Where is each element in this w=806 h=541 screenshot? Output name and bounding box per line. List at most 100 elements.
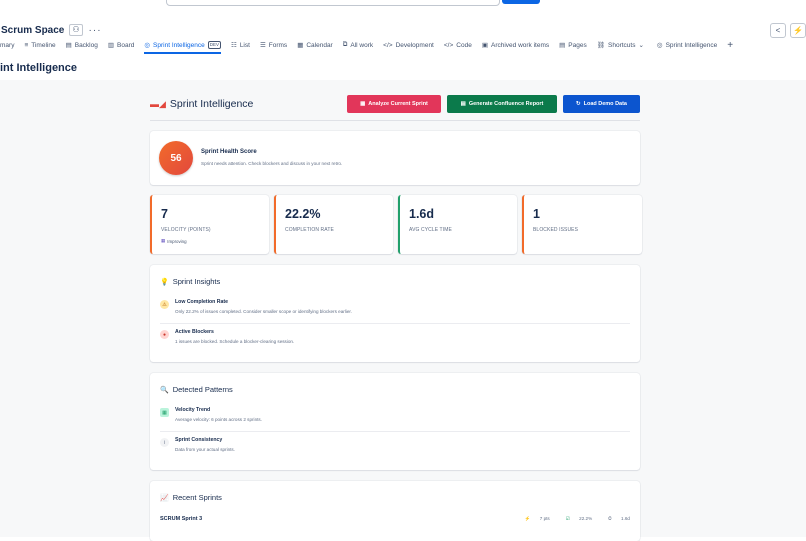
tab-archived-work-items[interactable]: ▣ Archived work items [482,38,549,52]
metric-label: BLOCKED ISSUES [533,227,579,233]
lightning-icon: ⚡ [524,516,531,521]
sprint-cycle-value: 1.6d [621,516,630,521]
tab-label: Pages [568,41,587,49]
load-demo-data-button[interactable]: ↻ Load Demo Data [563,95,640,113]
metric-value: 1 [533,207,540,221]
board-icon: ▥ [107,42,115,49]
pattern-title: Sprint Consistency [175,437,223,443]
backlog-icon: ▤ [65,42,72,49]
section-title-text: Sprint Insights [172,277,221,286]
sprint-points: ⚡ 7 pts [517,516,550,522]
tab-label: Code [456,41,472,49]
section-title: 📈 Recent Sprints [160,493,222,502]
tab-label: Sprint Intelligence [153,41,205,49]
pattern-title: Velocity Trend [175,407,211,413]
metric-card-completion: 22.2% COMPLETION RATE [274,195,393,254]
space-header: Scrum Space ⚇ ··· [0,22,102,38]
sprint-name: SCRUM Sprint 3 [160,516,203,522]
warning-icon: ⚠ [160,300,169,309]
metric-card-cycle-time: 1.6d AVG CYCLE TIME [398,195,517,254]
check-icon: ☑ [565,516,570,521]
metric-value: 1.6d [409,207,435,221]
tab-label: mary [0,41,15,49]
generate-report-button[interactable]: ▤ Generate Confluence Report [447,95,557,113]
development-icon: </> [383,41,393,49]
chart-line-icon: 📈 [160,494,169,502]
sprint-completion-value: 22.2% [579,516,593,521]
detected-patterns-card: 🔍 Detected Patterns ▦ Velocity Trend Aver… [150,373,640,470]
tab-board[interactable]: ▥ Board [108,38,135,52]
timeline-icon: ≡ [24,41,29,49]
tab-timeline[interactable]: ≡ Timeline [24,38,55,52]
space-title: Scrum Space [1,24,65,36]
metric-label: VELOCITY (POINTS) [161,227,211,233]
tab-label: Sprint Intelligence [665,41,718,49]
trend-up-icon: ▦ [161,238,166,243]
share-icon[interactable]: < [770,23,786,38]
sprint-cycle: ⏱ 1.6d [600,516,630,522]
people-icon[interactable]: ⚇ [69,24,83,36]
pattern-description: Data from your actual sprints. [175,447,235,452]
tab-label: Calendar [306,41,333,49]
button-label: Generate Confluence Report [468,101,544,107]
calendar-icon: ▦ [297,42,304,49]
tab-all-work[interactable]: ⧉ All work [343,38,373,52]
info-icon: i [160,438,169,447]
tab-pages[interactable]: ▤ Pages [559,38,587,52]
health-score-card: 56 Sprint Health Score Sprint needs atte… [150,131,640,185]
divider [160,431,630,432]
tab-forms[interactable]: ☰ Forms [260,38,287,52]
top-navigation [0,0,806,12]
archive-icon: ▣ [481,42,488,49]
tab-list[interactable]: ☷ List [231,38,250,52]
tab-sprint-intelligence[interactable]: ◎ Sprint Intelligence DEV [144,38,221,54]
search-input[interactable] [166,0,500,6]
header-actions: < ⚡ [766,23,806,38]
forms-icon: ☰ [259,42,266,49]
metric-label: AVG CYCLE TIME [409,227,452,233]
automation-icon[interactable]: ⚡ [790,23,806,38]
metric-value: 22.2% [285,207,321,221]
page-title: int Intelligence [0,62,78,74]
tab-backlog[interactable]: ▤ Backlog [66,38,98,52]
tab-code[interactable]: </> Code [444,38,472,52]
tab-summary[interactable]: mary [0,38,14,52]
metric-label: COMPLETION RATE [285,227,334,233]
chevron-down-icon: ⌄ [638,42,644,49]
tab-sprint-intelligence-2[interactable]: ◎ Sprint Intelligence [657,38,717,52]
tab-label: Forms [268,41,288,49]
tab-label: Shortcuts [608,41,636,49]
more-icon[interactable]: ··· [89,25,102,36]
refresh-icon: ↻ [575,101,581,107]
metric-trend-label: Improving [167,238,187,244]
health-score-title: Sprint Health Score [201,149,257,155]
insight-description: Only 22.2% of issues completed. Consider… [175,309,352,314]
tab-label: Development [395,41,434,49]
magnifier-icon: 🔍 [160,386,169,394]
list-icon: ☷ [230,42,237,49]
button-label: Analyze Current Sprint [368,101,428,107]
target-icon: ◎ [656,42,663,49]
race-car-icon: ▬◢ [150,98,166,109]
tab-label: Board [117,41,135,49]
insight-title: Active Blockers [175,329,214,335]
add-tab-icon[interactable]: + [727,40,733,51]
lightbulb-icon: 💡 [160,278,169,286]
link-icon: ⛓ [596,42,605,49]
dev-badge: DEV [207,41,221,49]
insight-description: 1 issues are blocked. Schedule a blocker… [175,339,295,344]
tab-development[interactable]: </> Development [383,38,434,52]
app-header: ▬◢ Sprint Intelligence ▦ Analyze Current … [150,95,640,121]
tab-label: Archived work items [490,41,550,49]
create-button[interactable] [502,0,540,4]
pages-icon: ▤ [559,42,566,49]
chart-icon: ▦ [160,408,169,417]
metric-trend: ▦ Improving [161,238,187,244]
section-title-text: Detected Patterns [172,385,233,394]
analyze-sprint-button[interactable]: ▦ Analyze Current Sprint [347,95,441,113]
tab-shortcuts[interactable]: ⛓ Shortcuts ⌄ [597,38,647,52]
metric-card-velocity: 7 VELOCITY (POINTS) ▦ Improving [150,195,269,254]
tab-calendar[interactable]: ▦ Calendar [297,38,333,52]
divider [160,323,630,324]
document-icon: ▤ [460,101,466,107]
